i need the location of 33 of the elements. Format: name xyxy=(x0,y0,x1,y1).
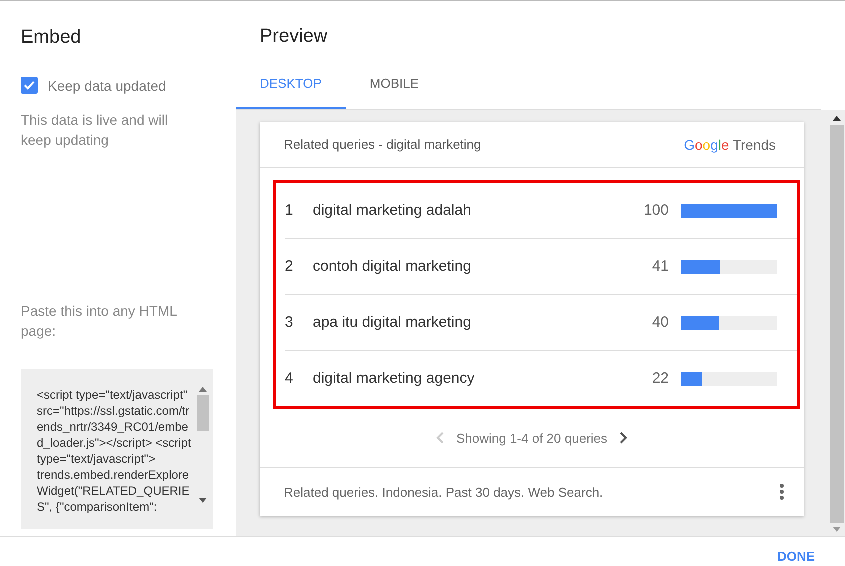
rank-number: 1 xyxy=(285,202,294,219)
logo: Google Trends xyxy=(684,136,776,152)
query-text: apa itu digital marketing xyxy=(313,314,472,331)
query-text: digital marketing agency xyxy=(313,370,476,387)
checkbox-label: Keep data updated xyxy=(48,78,166,94)
rank-number: 4 xyxy=(285,370,294,387)
instruction-text: Paste this into any HTML page: xyxy=(21,302,178,341)
tab[interactable]: MOBILE xyxy=(346,76,444,109)
dialog-title: Embed xyxy=(21,27,82,49)
rank-number: 2 xyxy=(285,258,294,275)
checkbox[interactable] xyxy=(21,77,38,94)
more-options-icon[interactable] xyxy=(780,484,784,500)
widget-footer-text: Related queries. Indonesia. Past 30 days. Web Search. xyxy=(284,484,604,500)
checkmark-icon xyxy=(24,81,35,90)
query-value: 22 xyxy=(651,370,669,387)
pagination-text: Showing 1-4 of 20 queries xyxy=(456,430,608,446)
scroll-up-icon[interactable] xyxy=(833,116,841,121)
query-text: digital marketing adalah xyxy=(313,202,472,219)
rank-number: 3 xyxy=(285,314,294,331)
scroll-down-icon[interactable] xyxy=(199,498,207,503)
tab[interactable]: DESKTOP xyxy=(236,76,346,109)
widget-title: Related queries - digital marketing xyxy=(284,137,482,152)
preview-title: Preview xyxy=(260,26,329,48)
query-value: 100 xyxy=(642,202,669,219)
next-icon[interactable] xyxy=(620,432,628,444)
query-text: contoh digital marketing xyxy=(313,258,472,275)
scrollbar-thumb[interactable] xyxy=(830,125,844,523)
query-value: 41 xyxy=(651,258,669,275)
embed-code-field[interactable]: <script type="text/javascript" src="https://ssl.gstatic.com/trends_nrtr/3349_RC01/embed_loader.js"></script> <script type="text/javascript"> trends.embed.renderExploreWidget("RELATED_QUERIES", {"comparisonItem": xyxy=(21,369,213,529)
scrollbar-thumb[interactable] xyxy=(197,395,209,431)
done-button[interactable]: DONE xyxy=(773,549,819,566)
info-text: This data is live and will keep updating xyxy=(21,111,170,150)
query-value: 40 xyxy=(651,314,669,331)
